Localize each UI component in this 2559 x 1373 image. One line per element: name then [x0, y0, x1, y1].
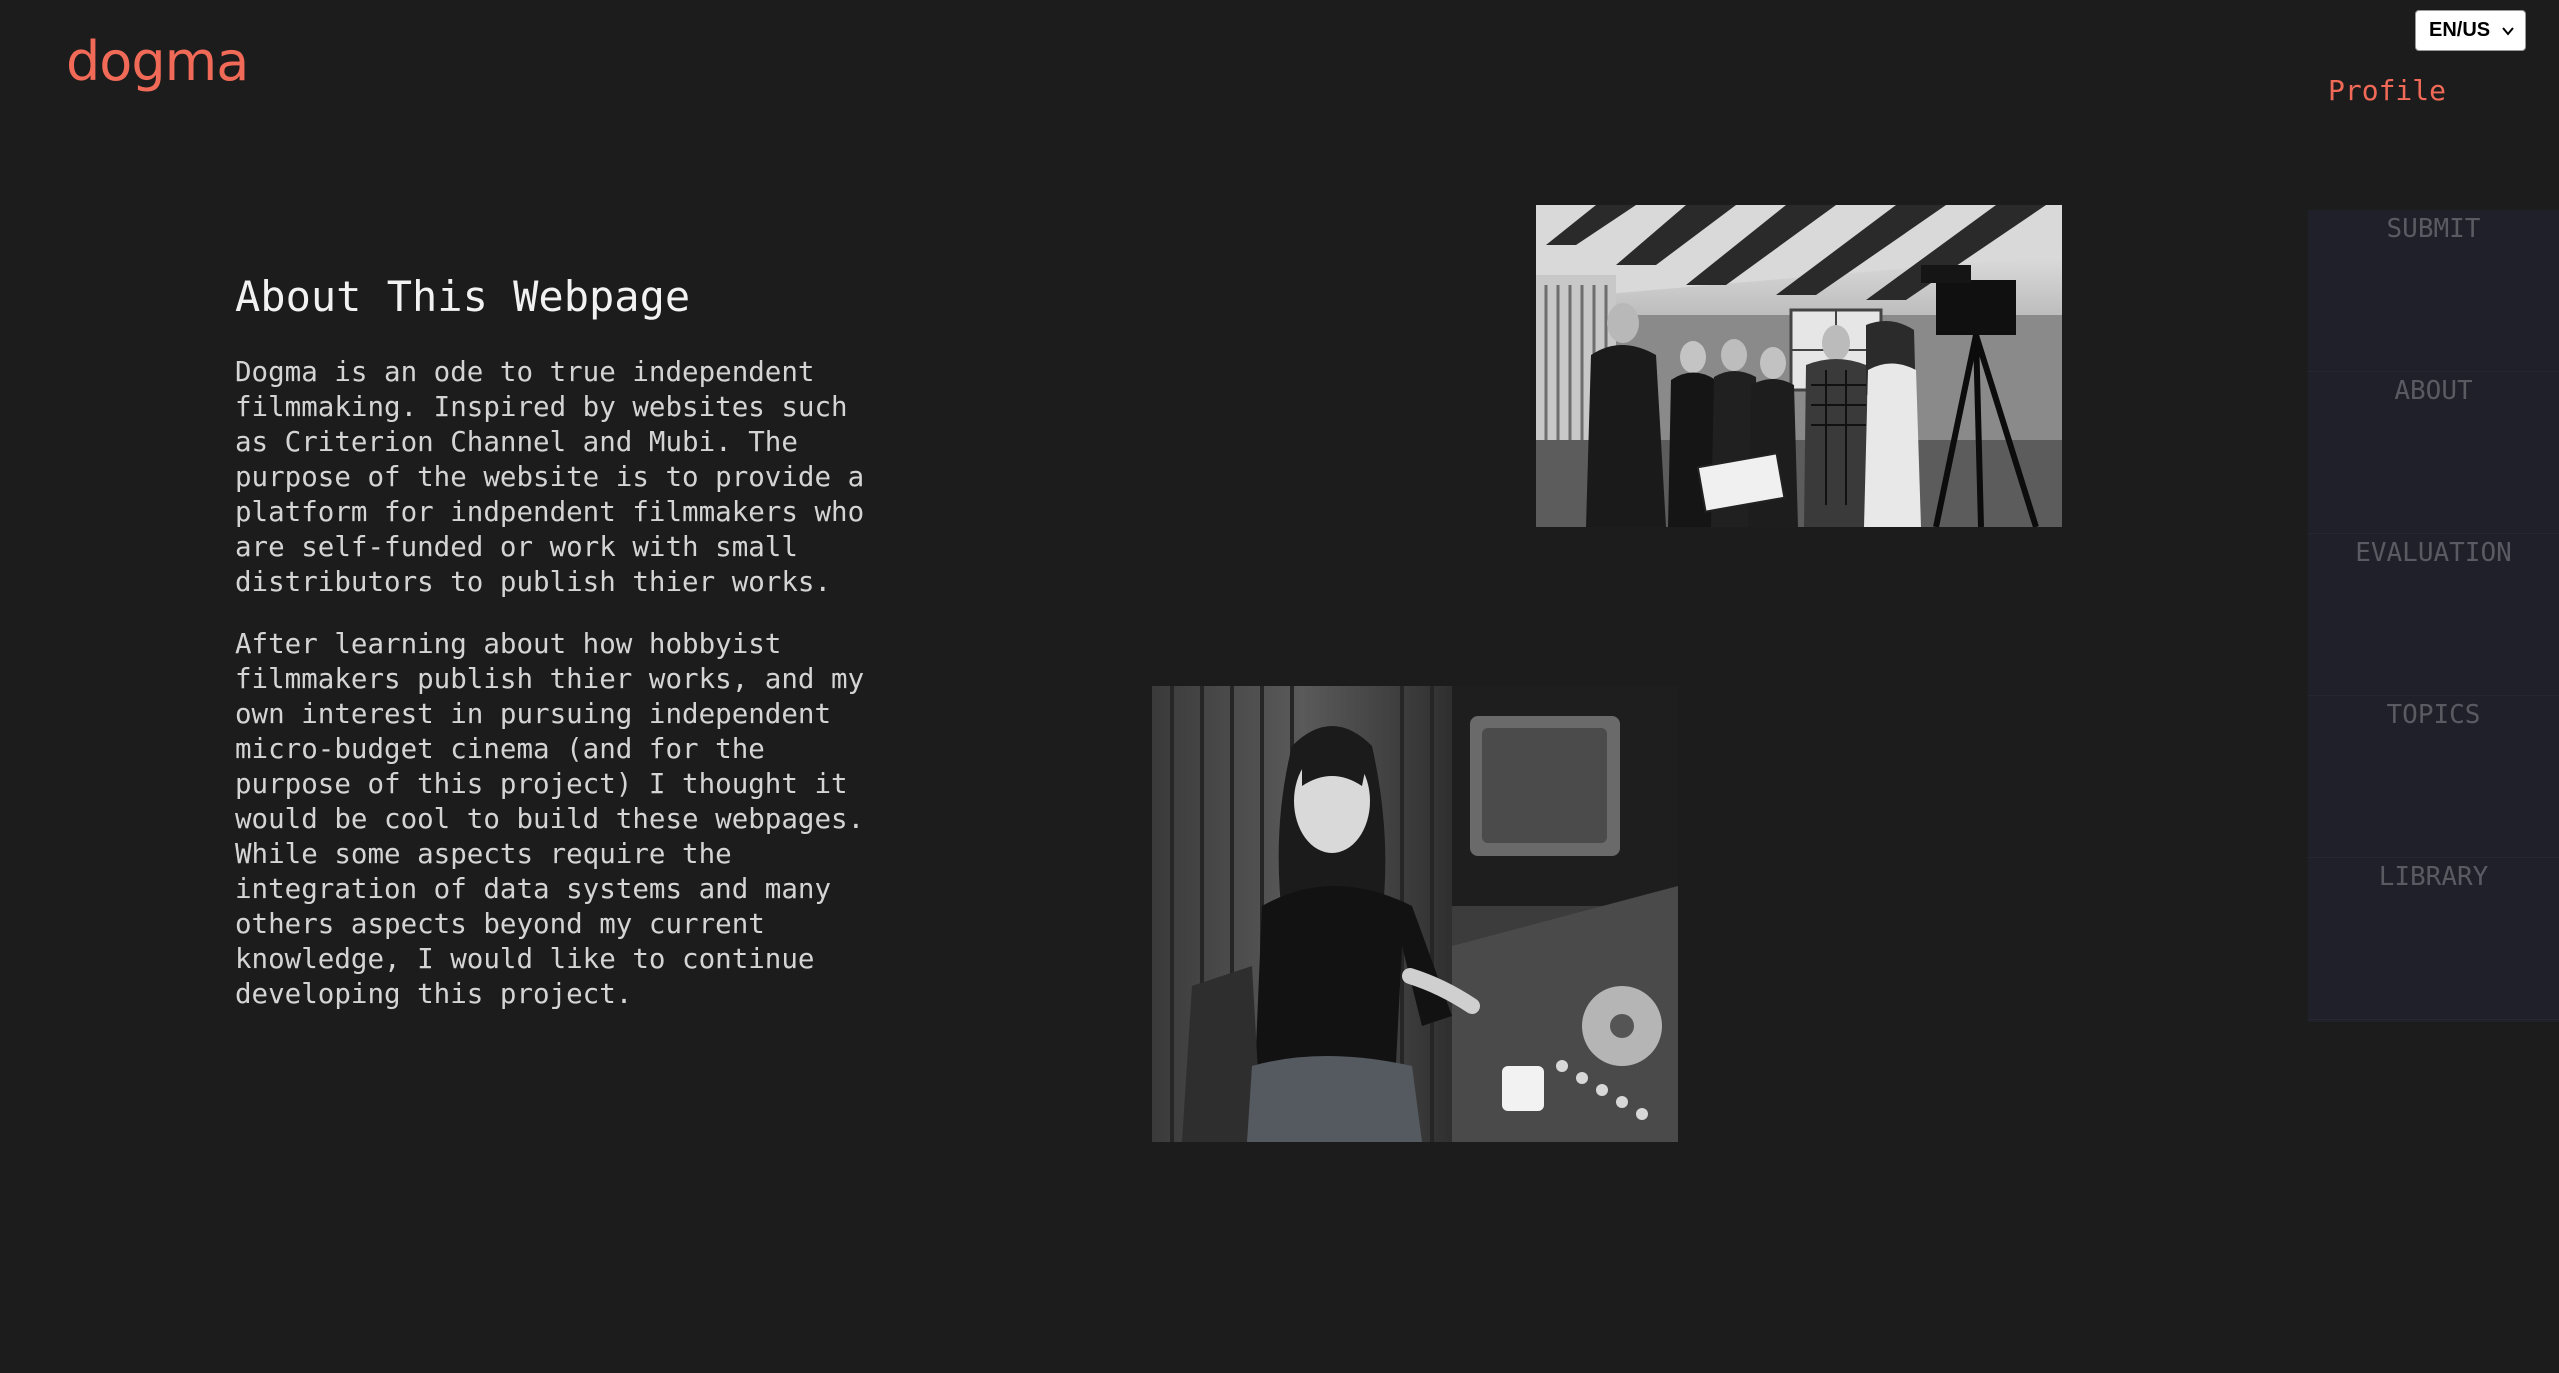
side-nav-item-library[interactable]: LIBRARY — [2308, 858, 2559, 1020]
film-crew-photo — [1536, 205, 2062, 527]
side-nav-item-about[interactable]: ABOUT — [2308, 372, 2559, 534]
language-select[interactable]: EN/US — [2415, 10, 2526, 51]
logo[interactable]: dogma — [66, 30, 249, 93]
chevron-down-icon — [2502, 26, 2514, 36]
language-select-value: EN/US — [2429, 19, 2491, 41]
side-nav-item-evaluation[interactable]: EVALUATION — [2308, 534, 2559, 696]
side-nav-item-topics[interactable]: TOPICS — [2308, 696, 2559, 858]
page-title: About This Webpage — [235, 272, 691, 321]
side-nav: SUBMIT ABOUT EVALUATION TOPICS LIBRARY — [2308, 210, 2559, 1022]
about-paragraph-2: After learning about how hobbyist filmma… — [235, 628, 865, 1010]
profile-link[interactable]: Profile — [2328, 74, 2446, 107]
film-editor-photo — [1152, 686, 1678, 1142]
about-paragraph-1: Dogma is an ode to true independent film… — [235, 356, 865, 598]
side-nav-item-submit[interactable]: SUBMIT — [2308, 210, 2559, 372]
